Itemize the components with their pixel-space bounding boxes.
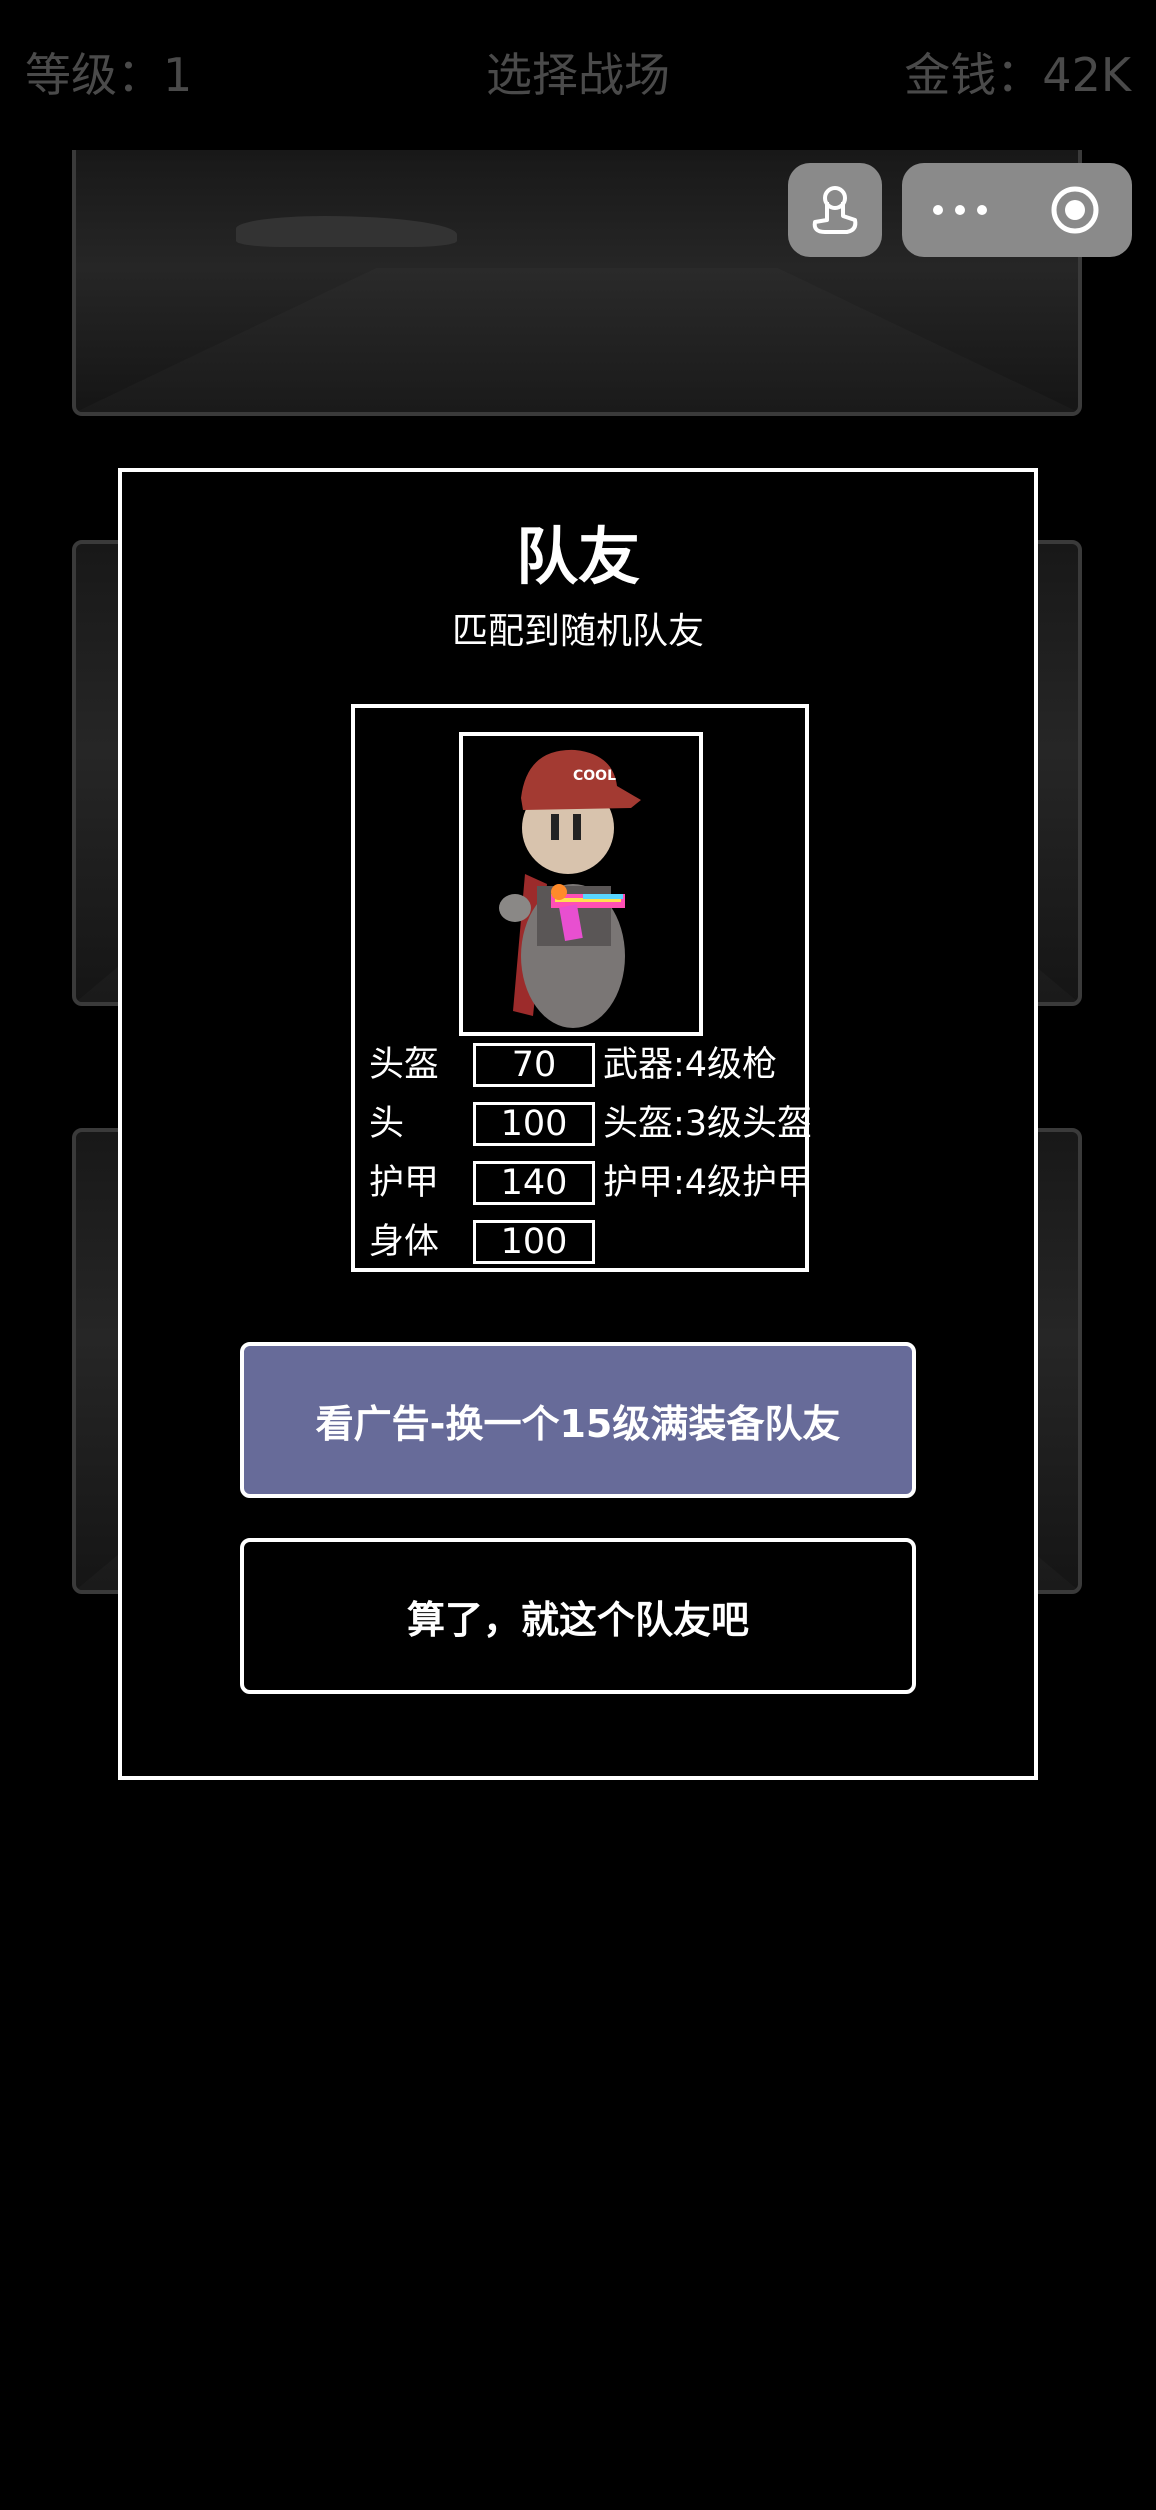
target-close-icon bbox=[1051, 186, 1098, 234]
equipment-text: 护甲:4级护甲 bbox=[603, 1163, 813, 1203]
mini-program-button[interactable] bbox=[788, 163, 882, 257]
more-dots-icon bbox=[932, 205, 987, 215]
teammate-character-image: COOL bbox=[499, 749, 641, 1028]
battlefield-image-plane bbox=[236, 215, 457, 247]
modal-subtitle: 匹配到随机队友 bbox=[451, 611, 704, 652]
teammate-info-box: COOL 头盔 70 武器:4级枪 头 100 头盔:3级头盔 护甲 140 护… bbox=[351, 704, 813, 1272]
cap-logo-text: COOL bbox=[573, 768, 616, 784]
equipment-text: 武器:4级枪 bbox=[603, 1045, 778, 1085]
more-button[interactable] bbox=[902, 163, 1017, 257]
modal-title: 队友 bbox=[515, 520, 640, 593]
stat-label: 护甲 bbox=[369, 1163, 440, 1203]
battlefield-image-road bbox=[76, 267, 1078, 412]
equipment-text: 头盔:3级头盔 bbox=[603, 1104, 813, 1144]
money-text: 金钱：42K bbox=[904, 48, 1131, 102]
accept-teammate-button[interactable]: 算了，就这个队友吧 bbox=[240, 1538, 916, 1694]
stat-label: 头盔 bbox=[369, 1045, 440, 1085]
teammate-modal: 队友 匹配到随机队友 COOL 头盔 70 武器:4级枪 头 100 头盔:3级… bbox=[118, 468, 1038, 1780]
stat-value: 100 bbox=[473, 1102, 595, 1146]
capsule-menu bbox=[902, 163, 1132, 257]
teammate-portrait: COOL bbox=[459, 732, 703, 1036]
watch-ad-button[interactable]: 看广告-换一个15级满装备队友 bbox=[240, 1342, 916, 1498]
touch-pointer-icon bbox=[812, 186, 858, 234]
stat-value: 100 bbox=[473, 1220, 595, 1264]
stat-label: 头 bbox=[369, 1104, 405, 1144]
stat-label: 身体 bbox=[369, 1222, 440, 1262]
close-mini-program-button[interactable] bbox=[1017, 163, 1132, 257]
stat-value: 70 bbox=[473, 1043, 595, 1087]
stat-value: 140 bbox=[473, 1161, 595, 1205]
